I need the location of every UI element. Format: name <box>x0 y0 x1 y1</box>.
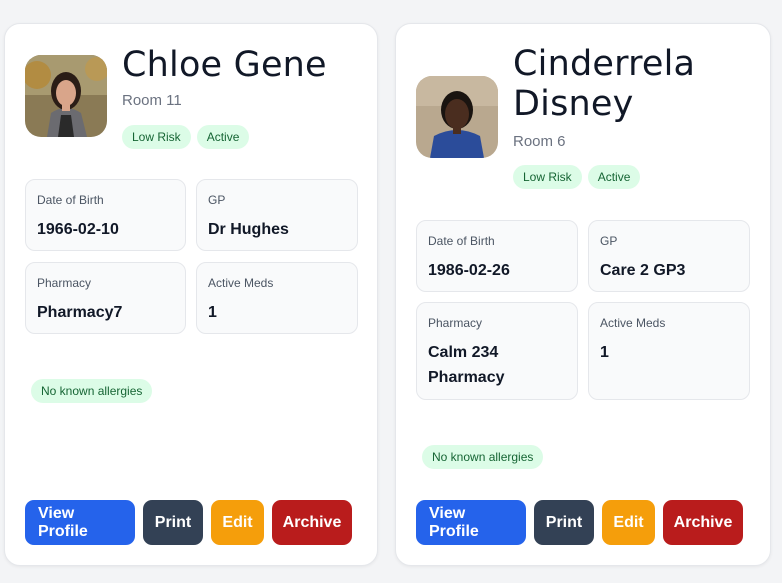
resident-photo <box>25 55 107 137</box>
pharmacy-value: Calm 234 Pharmacy <box>428 340 566 390</box>
active-meds-value: 1 <box>600 344 609 361</box>
gp-value: Dr Hughes <box>208 221 289 238</box>
gp-value: Care 2 GP3 <box>600 262 686 279</box>
room-number: Room 6 <box>513 133 566 150</box>
pharmacy-value-line2: Pharmacy <box>428 369 505 386</box>
risk-badge: Low Risk <box>513 165 582 189</box>
print-button[interactable]: Print <box>534 500 594 545</box>
gp-label: GP <box>600 234 618 248</box>
edit-button[interactable]: Edit <box>602 500 655 545</box>
pharmacy-tile: Pharmacy Pharmacy7 <box>25 262 186 334</box>
room-number: Room 11 <box>122 92 182 109</box>
action-buttons: View Profile Print Edit Archive <box>25 500 352 545</box>
dob-label: Date of Birth <box>37 193 104 207</box>
risk-badge: Low Risk <box>122 125 191 149</box>
dob-label: Date of Birth <box>428 234 495 248</box>
pharmacy-label: Pharmacy <box>428 316 483 330</box>
active-meds-label: Active Meds <box>208 276 274 290</box>
status-badges: Low Risk Active <box>122 125 255 149</box>
dob-tile: Date of Birth 1966-02-10 <box>25 179 186 251</box>
dob-tile: Date of Birth 1986-02-26 <box>416 220 578 292</box>
gp-tile: GP Care 2 GP3 <box>588 220 750 292</box>
gp-label: GP <box>208 193 226 207</box>
pharmacy-label: Pharmacy <box>37 276 92 290</box>
resident-name-first: Cinderrela <box>513 44 696 84</box>
allergy-section: No known allergies <box>422 445 549 469</box>
edit-button[interactable]: Edit <box>211 500 264 545</box>
archive-button[interactable]: Archive <box>663 500 743 545</box>
view-profile-button[interactable]: View Profile <box>25 500 135 545</box>
pharmacy-value: Pharmacy7 <box>37 304 123 321</box>
resident-card-cinderrela-disney: Cinderrela Disney Room 6 Low Risk Active … <box>395 23 771 566</box>
resident-name-last: Disney <box>513 84 634 124</box>
active-meds-value: 1 <box>208 304 217 321</box>
archive-button[interactable]: Archive <box>272 500 352 545</box>
resident-name: Cinderrela Disney <box>513 44 695 124</box>
resident-card-chloe-gene: Chloe Gene Room 11 Low Risk Active Date o… <box>4 23 378 566</box>
gp-tile: GP Dr Hughes <box>196 179 358 251</box>
resident-name: Chloe Gene <box>122 45 327 85</box>
resident-avatar <box>25 55 107 137</box>
view-profile-button[interactable]: View Profile <box>416 500 526 545</box>
resident-avatar <box>416 76 498 158</box>
allergy-badge: No known allergies <box>422 445 544 469</box>
pharmacy-tile: Pharmacy Calm 234 Pharmacy <box>416 302 578 400</box>
active-meds-tile: Active Meds 1 <box>196 262 358 334</box>
dob-value: 1986-02-26 <box>428 262 510 279</box>
active-meds-label: Active Meds <box>600 316 666 330</box>
status-badge: Active <box>196 125 250 149</box>
allergy-section: No known allergies <box>31 379 158 403</box>
pharmacy-value-line1: Calm 234 <box>428 344 499 361</box>
dob-value: 1966-02-10 <box>37 221 119 238</box>
print-button[interactable]: Print <box>143 500 203 545</box>
resident-photo <box>416 76 498 158</box>
active-meds-tile: Active Meds 1 <box>588 302 750 400</box>
status-badges: Low Risk Active <box>513 165 646 189</box>
allergy-badge: No known allergies <box>31 379 153 403</box>
action-buttons: View Profile Print Edit Archive <box>416 500 743 545</box>
status-badge: Active <box>587 165 641 189</box>
